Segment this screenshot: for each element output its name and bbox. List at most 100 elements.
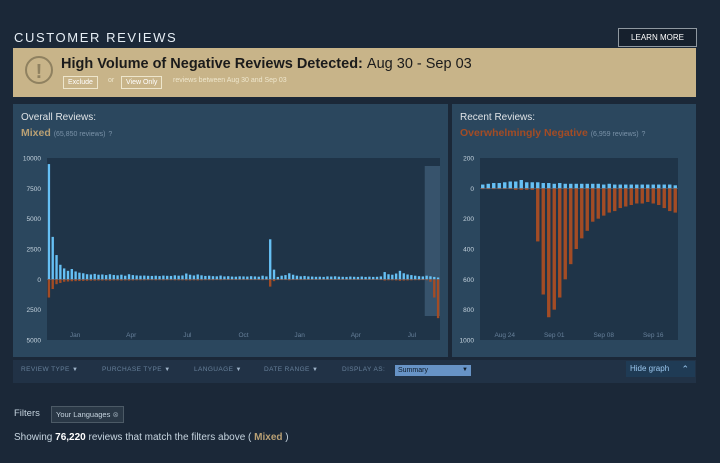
positive-bar [257, 276, 260, 280]
negative-bar [387, 279, 390, 281]
negative-bar [177, 279, 180, 281]
positive-bar [436, 277, 440, 280]
negative-review-alert: ! High Volume of Negative Reviews Detect… [13, 48, 696, 97]
negative-bar [116, 279, 119, 281]
positive-bar [104, 275, 108, 280]
negative-bar [127, 279, 131, 281]
positive-bar [591, 183, 595, 189]
language-dropdown[interactable]: LANGUAGE ▼ [194, 366, 242, 373]
purchase-type-dropdown[interactable]: PURCHASE TYPE ▼ [102, 366, 171, 373]
positive-bar [398, 270, 402, 280]
positive-bar [318, 276, 321, 280]
remove-icon[interactable]: ⊗ [112, 410, 118, 419]
positive-bar [536, 182, 540, 189]
negative-bar [552, 188, 556, 310]
positive-bar [349, 276, 352, 280]
positive-bar [673, 185, 677, 189]
negative-bar [379, 279, 383, 281]
positive-bar [215, 276, 218, 280]
positive-bar [227, 276, 230, 280]
positive-bar [541, 183, 545, 189]
negative-bar [59, 279, 62, 283]
exclude-button[interactable]: Exclude [63, 76, 98, 89]
positive-bar [547, 183, 551, 189]
negative-bar [146, 279, 150, 281]
positive-bar [219, 275, 222, 280]
positive-bar [200, 275, 203, 280]
positive-bar [70, 269, 73, 280]
positive-bar [93, 273, 96, 280]
positive-bar [150, 275, 154, 280]
date-range-dropdown[interactable]: DATE RANGE ▼ [264, 366, 318, 373]
negative-bar [93, 279, 96, 281]
warning-icon: ! [25, 56, 53, 84]
negative-bar [391, 279, 394, 281]
positive-bar [246, 276, 249, 280]
section-title: CUSTOMER REVIEWS [14, 30, 178, 45]
positive-bar [391, 274, 394, 280]
negative-bar [486, 188, 490, 190]
negative-bar [66, 279, 70, 282]
positive-bar [519, 179, 523, 189]
negative-bar [78, 279, 81, 282]
negative-bar [602, 188, 606, 216]
language-filter-chip[interactable]: Your Languages ⊗ [51, 406, 124, 423]
negative-bar [421, 279, 425, 281]
positive-bar [166, 275, 169, 280]
results-summary: Showing 76,220 reviews that match the fi… [14, 432, 289, 443]
negative-bar [519, 188, 523, 190]
negative-bar [333, 279, 337, 280]
alert-title-text: High Volume of Negative Reviews Detected… [61, 56, 363, 72]
learn-more-button[interactable]: LEARN MORE [618, 28, 697, 47]
review-type-dropdown[interactable]: REVIEW TYPE ▼ [21, 366, 78, 373]
positive-bar [188, 274, 192, 280]
negative-bar [284, 279, 287, 281]
positive-bar [326, 276, 329, 280]
hide-graph-button[interactable]: Hide graph ⌃ [626, 361, 695, 377]
negative-bar [310, 279, 314, 280]
positive-bar [580, 183, 584, 189]
y-tick-label: 400 [463, 247, 474, 254]
positive-bar [585, 183, 589, 189]
language-label: LANGUAGE [194, 366, 234, 373]
negative-bar [112, 279, 115, 281]
help-icon[interactable]: ? [108, 131, 112, 138]
negative-bar [360, 279, 363, 280]
negative-bar [406, 279, 409, 281]
negative-bar [246, 279, 249, 281]
negative-bar [410, 279, 413, 281]
positive-bar [563, 183, 567, 189]
help-icon[interactable]: ? [642, 131, 646, 138]
positive-bar [646, 184, 650, 189]
x-tick-label: Sep 01 [544, 332, 565, 339]
negative-bar [629, 188, 633, 206]
negative-bar [402, 279, 405, 281]
positive-bar [127, 274, 131, 280]
negative-bar [657, 188, 661, 206]
negative-bar [349, 279, 352, 280]
negative-bar [291, 279, 295, 281]
positive-bar [360, 276, 363, 280]
positive-bar [51, 236, 54, 280]
positive-bar [162, 275, 165, 280]
positive-bar [158, 276, 161, 280]
negative-bar [234, 279, 238, 281]
positive-bar [310, 276, 314, 280]
positive-bar [662, 184, 666, 189]
negative-bar [150, 279, 154, 281]
positive-bar [303, 275, 306, 280]
positive-bar [569, 183, 573, 189]
negative-bar [613, 188, 617, 212]
view-only-button[interactable]: View Only [121, 76, 163, 89]
negative-bar [536, 188, 540, 242]
negative-bar [108, 279, 112, 281]
x-tick-label: Sep 16 [643, 332, 664, 339]
positive-bar [89, 274, 93, 280]
x-tick-label: Oct [238, 332, 248, 339]
display-as-select[interactable]: Summary ▼ [395, 365, 471, 376]
recent-reviews-label: Recent Reviews: [460, 112, 536, 123]
positive-bar [375, 276, 379, 280]
negative-bar [563, 188, 567, 280]
chevron-down-icon: ▼ [462, 367, 468, 373]
positive-bar [352, 276, 356, 280]
